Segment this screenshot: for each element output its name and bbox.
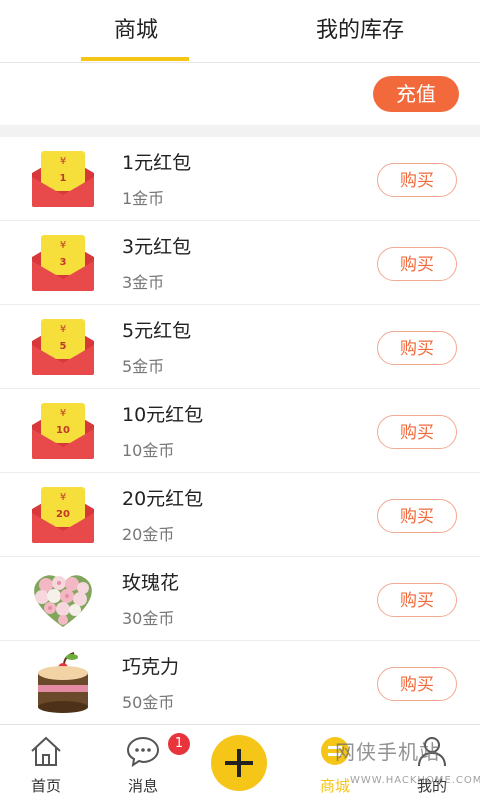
- list-item: ¥ 1 1元红包 1金币 购买: [0, 137, 480, 221]
- home-icon: [31, 736, 61, 766]
- item-name: 巧克力: [122, 656, 180, 678]
- list-item: 玫瑰花 30金币 购买: [0, 557, 480, 641]
- svg-text:¥: ¥: [60, 240, 66, 251]
- item-price: 30金币: [122, 609, 175, 628]
- red-envelope-icon: ¥ 10: [32, 403, 94, 459]
- red-envelope-icon: ¥ 5: [32, 319, 94, 375]
- add-button[interactable]: [211, 735, 267, 791]
- svg-text:¥: ¥: [60, 324, 66, 335]
- section-divider: [0, 125, 480, 137]
- svg-text:5: 5: [60, 341, 67, 352]
- buy-button[interactable]: 购买: [377, 331, 457, 365]
- svg-text:10: 10: [56, 425, 70, 436]
- svg-text:¥: ¥: [60, 492, 66, 503]
- list-item: ¥ 5 5元红包 5金币 购买: [0, 305, 480, 389]
- recharge-bar: 充值: [0, 63, 480, 125]
- product-list: ¥ 1 1元红包 1金币 购买 ¥ 3 3元红包 3金币 购买 ¥ 5 5元红包…: [0, 137, 480, 725]
- list-item: ¥ 20 20元红包 20金币 购买: [0, 473, 480, 557]
- svg-text:20: 20: [56, 509, 70, 520]
- rose-bouquet-icon: [34, 575, 92, 627]
- list-item: 巧克力 50金币 购买: [0, 641, 480, 725]
- buy-button[interactable]: 购买: [377, 499, 457, 533]
- tab-my-inventory[interactable]: 我的库存: [240, 0, 480, 62]
- buy-button[interactable]: 购买: [377, 667, 457, 701]
- chat-bubble-icon: [126, 736, 160, 768]
- buy-button[interactable]: 购买: [377, 163, 457, 197]
- buy-button[interactable]: 购买: [377, 415, 457, 449]
- buy-button[interactable]: 购买: [377, 247, 457, 281]
- watermark: 网侠手机站: [335, 740, 440, 764]
- item-price: 1金币: [122, 189, 165, 208]
- item-price: 50金币: [122, 693, 175, 712]
- item-name: 玫瑰花: [122, 572, 180, 594]
- list-item: ¥ 10 10元红包 10金币 购买: [0, 389, 480, 473]
- chocolate-cake-icon: [38, 652, 88, 713]
- item-price: 10金币: [122, 441, 175, 460]
- svg-text:¥: ¥: [60, 408, 66, 419]
- item-price: 20金币: [122, 525, 175, 544]
- tab-shop[interactable]: 商城: [18, 0, 254, 62]
- svg-text:1: 1: [60, 173, 67, 184]
- watermark-url: WWW.HACKHOME.COM: [350, 775, 480, 786]
- item-name: 5元红包: [122, 320, 192, 342]
- item-price: 5金币: [122, 357, 165, 376]
- recharge-button[interactable]: 充值: [373, 76, 459, 112]
- item-name: 10元红包: [122, 404, 204, 426]
- item-name: 3元红包: [122, 236, 192, 258]
- active-tab-indicator: [81, 57, 189, 61]
- unread-badge: 1: [168, 733, 190, 755]
- list-item: ¥ 3 3元红包 3金币 购买: [0, 221, 480, 305]
- red-envelope-icon: ¥ 20: [32, 487, 94, 543]
- nav-messages-label: 消息: [127, 777, 158, 795]
- nav-home[interactable]: 首页: [6, 725, 86, 801]
- svg-text:¥: ¥: [60, 156, 66, 167]
- red-envelope-icon: ¥ 1: [32, 151, 94, 207]
- top-tab-bar: 商城 我的库存: [0, 0, 480, 63]
- item-name: 1元红包: [122, 152, 192, 174]
- item-name: 20元红包: [122, 488, 204, 510]
- plus-icon: [225, 749, 253, 777]
- nav-home-label: 首页: [30, 777, 61, 795]
- buy-button[interactable]: 购买: [377, 583, 457, 617]
- svg-text:3: 3: [60, 257, 67, 268]
- red-envelope-icon: ¥ 3: [32, 235, 94, 291]
- item-price: 3金币: [122, 273, 165, 292]
